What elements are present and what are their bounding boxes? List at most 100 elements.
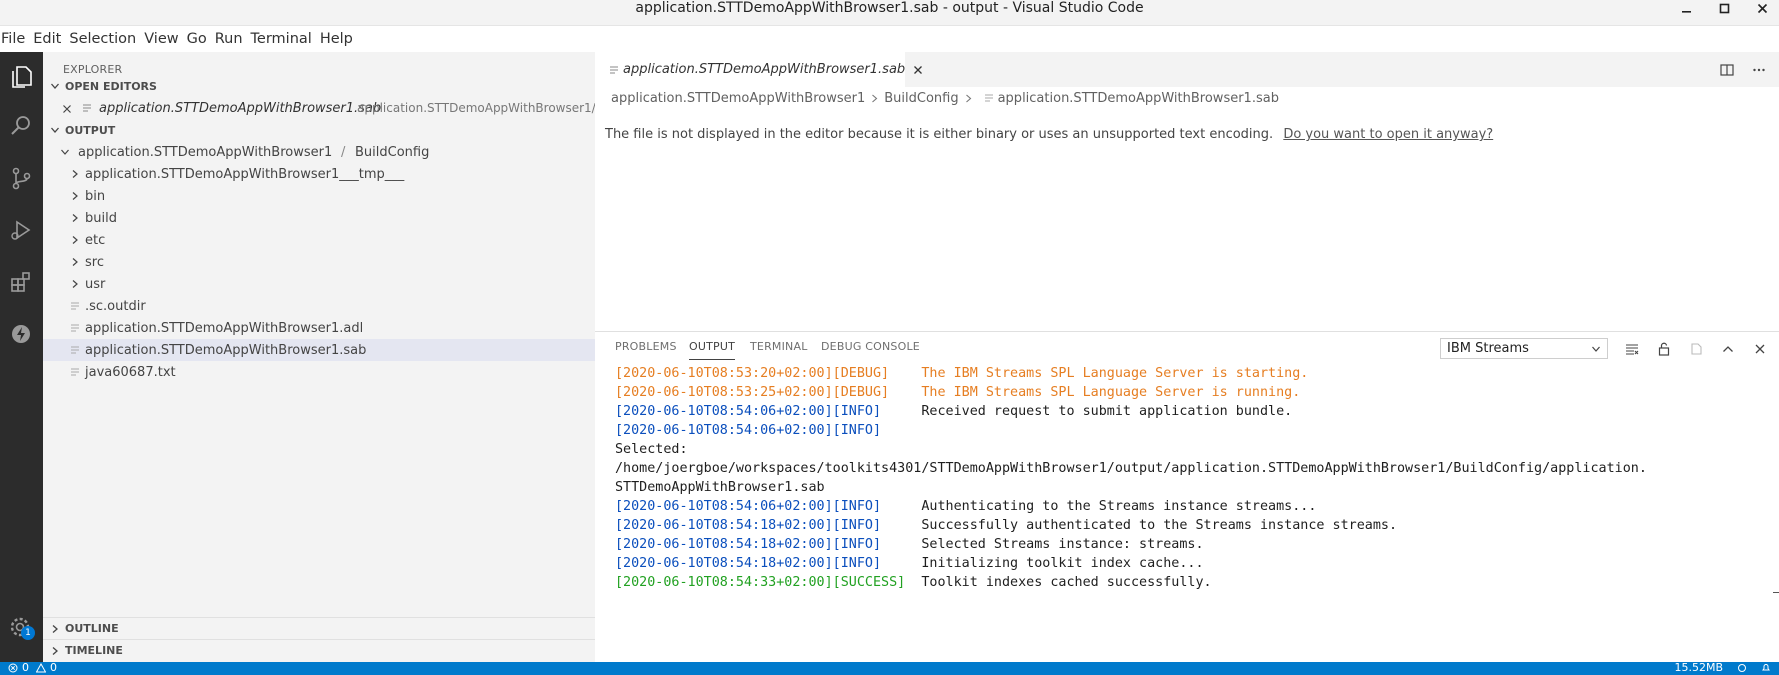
- lock-scroll-button[interactable]: [1655, 340, 1673, 358]
- memory-usage[interactable]: 15.52MB: [1674, 661, 1723, 674]
- log-message: /home/joergboe/workspaces/toolkits4301/S…: [615, 461, 1647, 476]
- bottom-panel: PROBLEMS OUTPUT TERMINAL DEBUG CONSOLE I…: [595, 331, 1779, 662]
- open-editor-item[interactable]: application.STTDemoAppWithBrowser1.sab a…: [43, 97, 630, 119]
- file-name: application.STTDemoAppWithBrowser1.sab: [85, 342, 367, 358]
- folder-row[interactable]: src: [43, 251, 595, 273]
- editor-tab[interactable]: application.STTDemoAppWithBrowser1.sab: [595, 52, 923, 87]
- menu-terminal[interactable]: Terminal: [250, 26, 319, 52]
- menu-selection[interactable]: Selection: [68, 26, 143, 52]
- log-message: STTDemoAppWithBrowser1.sab: [615, 480, 825, 495]
- timeline-section[interactable]: TIMELINE: [43, 639, 595, 661]
- output-channel-select[interactable]: IBM Streams: [1440, 338, 1608, 359]
- extensions-icon: [11, 272, 30, 292]
- log-timestamp: [2020-06-10T08:54:18+02:00][INFO]: [615, 537, 882, 552]
- output-line: [2020-06-10T08:54:06+02:00][INFO] Authen…: [615, 497, 1765, 516]
- status-bar: 0 0 15.52MB: [0, 661, 1779, 675]
- open-editor-path: application.STTDemoAppWithBrowser1/Buil.…: [357, 101, 630, 115]
- folder-row[interactable]: application.STTDemoAppWithBrowser1___tmp…: [43, 163, 595, 185]
- output-line: [2020-06-10T08:54:06+02:00][INFO] Receiv…: [615, 402, 1765, 421]
- clear-output-button[interactable]: [1623, 340, 1641, 358]
- log-message: The IBM Streams SPL Language Server is s…: [921, 366, 1309, 381]
- file-icon: [984, 92, 994, 104]
- clear-all-icon: [1626, 344, 1639, 355]
- run-debug-activity[interactable]: [7, 216, 35, 244]
- file-row[interactable]: .sc.outdir: [43, 295, 595, 317]
- log-message: Selected Streams instance: streams.: [921, 537, 1204, 552]
- breadcrumb-item[interactable]: application.STTDemoAppWithBrowser1.sab: [998, 91, 1279, 106]
- editor-tab-bar: application.STTDemoAppWithBrowser1.sab: [595, 52, 1779, 87]
- breadcrumb-item[interactable]: BuildConfig: [884, 91, 958, 106]
- log-message: Successfully authenticated to the Stream…: [921, 518, 1398, 533]
- folder-row[interactable]: etc: [43, 229, 595, 251]
- output-line: [2020-06-10T08:54:33+02:00][SUCCESS] Too…: [615, 573, 1765, 592]
- log-message: The IBM Streams SPL Language Server is r…: [921, 385, 1301, 400]
- warning-icon: [36, 662, 46, 673]
- extensions-activity[interactable]: [7, 268, 35, 296]
- minimize-button[interactable]: [1679, 1, 1693, 15]
- menu-edit[interactable]: Edit: [32, 26, 68, 52]
- window-title: application.STTDemoAppWithBrowser1.sab -…: [635, 0, 1144, 16]
- root-folder-row[interactable]: application.STTDemoAppWithBrowser1 / Bui…: [43, 141, 595, 163]
- open-editors-section[interactable]: OPEN EDITORS: [43, 75, 595, 97]
- log-message: Initializing toolkit index cache...: [921, 556, 1204, 571]
- file-icon: [70, 322, 80, 334]
- scrollbar-marker[interactable]: [1773, 592, 1779, 593]
- tab-problems[interactable]: PROBLEMS: [615, 340, 677, 353]
- debug-icon: [11, 220, 31, 240]
- breadcrumb-item[interactable]: application.STTDemoAppWithBrowser1: [611, 91, 865, 106]
- ellipsis-icon: [1753, 68, 1765, 71]
- output-line: STTDemoAppWithBrowser1.sab: [615, 478, 1765, 497]
- menu-view[interactable]: View: [143, 26, 185, 52]
- outline-section[interactable]: OUTLINE: [43, 617, 595, 639]
- tab-terminal[interactable]: TERMINAL: [750, 340, 808, 353]
- menu-go[interactable]: Go: [186, 26, 214, 52]
- problems-status[interactable]: 0 0: [8, 661, 57, 674]
- file-row[interactable]: application.STTDemoAppWithBrowser1.adl: [43, 317, 595, 339]
- maximize-button[interactable]: [1717, 1, 1731, 15]
- menu-help[interactable]: Help: [319, 26, 360, 52]
- output-line: [2020-06-10T08:54:06+02:00][INFO]: [615, 421, 1765, 440]
- source-control-activity[interactable]: [7, 164, 35, 192]
- feedback-icon[interactable]: [1737, 663, 1747, 673]
- tab-debug-console[interactable]: DEBUG CONSOLE: [821, 340, 920, 353]
- close-tab-icon[interactable]: [913, 63, 923, 77]
- open-anyway-link[interactable]: Do you want to open it anyway?: [1283, 127, 1493, 142]
- open-editor-name: application.STTDemoAppWithBrowser1.sab: [99, 100, 382, 116]
- split-editor-button[interactable]: [1719, 62, 1735, 78]
- folder-row[interactable]: bin: [43, 185, 595, 207]
- close-icon: [1755, 344, 1765, 354]
- folder-row[interactable]: usr: [43, 273, 595, 295]
- explorer-activity[interactable]: [7, 62, 35, 90]
- more-actions-button[interactable]: [1751, 62, 1767, 78]
- menu-file[interactable]: File: [0, 26, 32, 52]
- close-panel-button[interactable]: [1751, 340, 1769, 358]
- maximize-icon: [1719, 3, 1729, 13]
- file-row-selected[interactable]: application.STTDemoAppWithBrowser1.sab: [43, 339, 595, 361]
- warning-count: 0: [50, 661, 57, 674]
- tab-output[interactable]: OUTPUT: [689, 340, 736, 360]
- open-file-icon: [1691, 343, 1702, 355]
- folder-row[interactable]: build: [43, 207, 595, 229]
- ibm-streams-activity[interactable]: [7, 320, 35, 348]
- chevron-right-icon: [45, 624, 65, 634]
- explorer-sidebar: EXPLORER OPEN EDITORS application.STTDem…: [43, 52, 630, 662]
- output-folder-section[interactable]: OUTPUT: [43, 119, 595, 141]
- notifications-icon[interactable]: [1761, 663, 1771, 673]
- search-activity[interactable]: [7, 112, 35, 140]
- log-timestamp: [2020-06-10T08:53:20+02:00][DEBUG]: [615, 366, 890, 381]
- log-timestamp: [2020-06-10T08:54:06+02:00][INFO]: [615, 423, 882, 438]
- manage-activity[interactable]: 1: [7, 614, 35, 642]
- chevron-right-icon: [70, 251, 82, 273]
- log-message: Selected:: [615, 442, 688, 457]
- open-log-button[interactable]: [1687, 340, 1705, 358]
- file-row[interactable]: java60687.txt: [43, 361, 595, 383]
- output-line: /home/joergboe/workspaces/toolkits4301/S…: [615, 459, 1765, 478]
- maximize-panel-button[interactable]: [1719, 340, 1737, 358]
- menu-run[interactable]: Run: [214, 26, 250, 52]
- unlock-icon: [1658, 342, 1670, 356]
- root-folder-separator: /: [341, 144, 346, 160]
- close-window-button[interactable]: [1755, 1, 1769, 15]
- settings-badge: 1: [21, 626, 35, 640]
- close-editor-icon[interactable]: [62, 103, 72, 113]
- chevron-right-icon: [70, 185, 82, 207]
